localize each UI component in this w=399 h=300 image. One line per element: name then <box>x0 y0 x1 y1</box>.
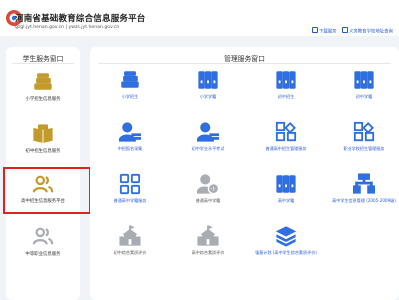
manage-item-senior-info-mgmt[interactable]: 高中学生信息管理 (2005-2009级) <box>332 173 396 219</box>
student-item-junior-enrollment[interactable]: 初中招生信息服务 <box>6 123 80 173</box>
users-icon <box>32 225 54 247</box>
manage-item-label: 普通高中学籍 <box>195 198 221 203</box>
manage-item-label: 高中综合素质评价 <box>191 250 225 255</box>
manage-item-label: 中招报名采集 <box>117 146 143 151</box>
student-item-label: 中等职业信息服务 <box>25 252 61 257</box>
download-icon <box>312 27 318 33</box>
manage-item-primary-records[interactable]: 小学学籍 <box>178 69 238 115</box>
user-plus-icon <box>197 173 219 195</box>
student-item-label: 高中招生信息服务平台 <box>21 199 65 204</box>
manage-item-high-school-records[interactable]: 高中学籍 <box>256 173 316 219</box>
student-service-panel: 学生服务窗口 小学招生信息服务 初中招生信息服务 高中招生信息服务平台 中等职业… <box>3 47 91 300</box>
site-domains: gzgl.jyt.henan.gov.cn | ywzs.jyt.henan.g… <box>15 25 120 30</box>
manage-item-senior-records-service[interactable]: 普通高中学籍服务 <box>100 173 160 219</box>
book-stack-icon <box>32 71 54 93</box>
grid-icon <box>119 173 141 195</box>
school-address-query-link[interactable]: 义务教育学校地址查询 <box>342 27 393 35</box>
manage-item-junior-exam[interactable]: 初中学业水平考试 <box>178 121 238 167</box>
manage-item-primary-enrollment[interactable]: 小学招生 <box>100 69 160 115</box>
manage-item-label: 普通高中学籍服务 <box>113 198 147 203</box>
site-header: 河南省基础教育综合信息服务平台 gzgl.jyt.henan.gov.cn | … <box>0 0 399 36</box>
manage-item-junior-enrollment[interactable]: 初中招生 <box>256 69 316 115</box>
book-stack-icon <box>119 69 141 91</box>
manage-item-label: 高中学籍 <box>277 198 295 203</box>
management-panel-title: 管理服务窗口 <box>224 55 265 63</box>
student-item-label: 小学招生信息服务 <box>25 97 61 102</box>
user-list-icon <box>119 121 141 143</box>
manage-item-label: 初中学籍 <box>355 94 373 99</box>
school-icon <box>197 225 219 247</box>
manage-item-label: 初中招生 <box>277 94 295 99</box>
student-item-vocational[interactable]: 中等职业信息服务 <box>6 225 80 275</box>
manage-item-exam-registration[interactable]: 中招报名采集 <box>100 121 160 167</box>
apps-icon <box>275 121 297 143</box>
manage-item-label: 普通高中招生管理服务 <box>265 146 307 151</box>
download-service-link[interactable]: 下载服务 <box>312 27 337 35</box>
org-chart-icon <box>353 173 375 195</box>
student-panel-title: 学生服务窗口 <box>22 55 64 63</box>
panel-divider <box>12 63 74 64</box>
manage-item-label: 初中综合素质评价 <box>113 250 147 255</box>
manage-item-senior-records[interactable]: 普通高中学籍 <box>178 173 238 219</box>
manage-item-label: 小学招生 <box>121 94 139 99</box>
student-item-primary-enrollment[interactable]: 小学招生信息服务 <box>6 71 80 121</box>
manage-item-strong-foundation-plan[interactable]: 强基计划 (高中学生综合素质评价) <box>255 225 317 271</box>
site-title: 河南省基础教育综合信息服务平台 <box>15 14 146 24</box>
manage-item-vocational-enrollment-mgmt[interactable]: 职业学校招生管理服务 <box>334 121 394 167</box>
manage-item-senior-evaluation[interactable]: 高中综合素质评价 <box>178 225 238 271</box>
school-icon <box>119 225 141 247</box>
binders-icon <box>197 69 219 91</box>
manage-item-label: 初中学业水平考试 <box>191 146 225 151</box>
student-item-label: 初中招生信息服务 <box>25 149 61 154</box>
management-service-panel: 管理服务窗口 小学招生 小学学籍 初中招生 初中学籍 中招报名采集 初中学业水平… <box>90 47 399 300</box>
binders-icon <box>275 173 297 195</box>
binders-icon <box>353 69 375 91</box>
user-list-icon <box>197 121 219 143</box>
layers-icon <box>275 225 297 247</box>
manage-item-label: 强基计划 (高中学生综合素质评价) <box>255 250 317 255</box>
binders-icon <box>275 69 297 91</box>
manage-item-label: 小学学籍 <box>199 94 217 99</box>
panel-divider <box>98 63 391 64</box>
manage-item-label: 职业学校招生管理服务 <box>343 146 385 151</box>
search-icon <box>342 27 348 33</box>
student-item-senior-enrollment[interactable]: 高中招生信息服务平台 <box>3 167 91 223</box>
manage-item-senior-enrollment-mgmt[interactable]: 普通高中招生管理服务 <box>256 121 316 167</box>
open-book-icon <box>32 123 54 145</box>
school-address-query-label: 义务教育学校地址查询 <box>349 29 393 35</box>
manage-item-label: 高中学生信息管理 (2005-2009级) <box>332 198 396 203</box>
apps-icon <box>353 121 375 143</box>
manage-item-junior-records[interactable]: 初中学籍 <box>334 69 394 115</box>
manage-item-junior-evaluation[interactable]: 初中综合素质评价 <box>100 225 160 271</box>
download-service-label: 下载服务 <box>319 29 337 35</box>
users-icon <box>32 173 54 195</box>
